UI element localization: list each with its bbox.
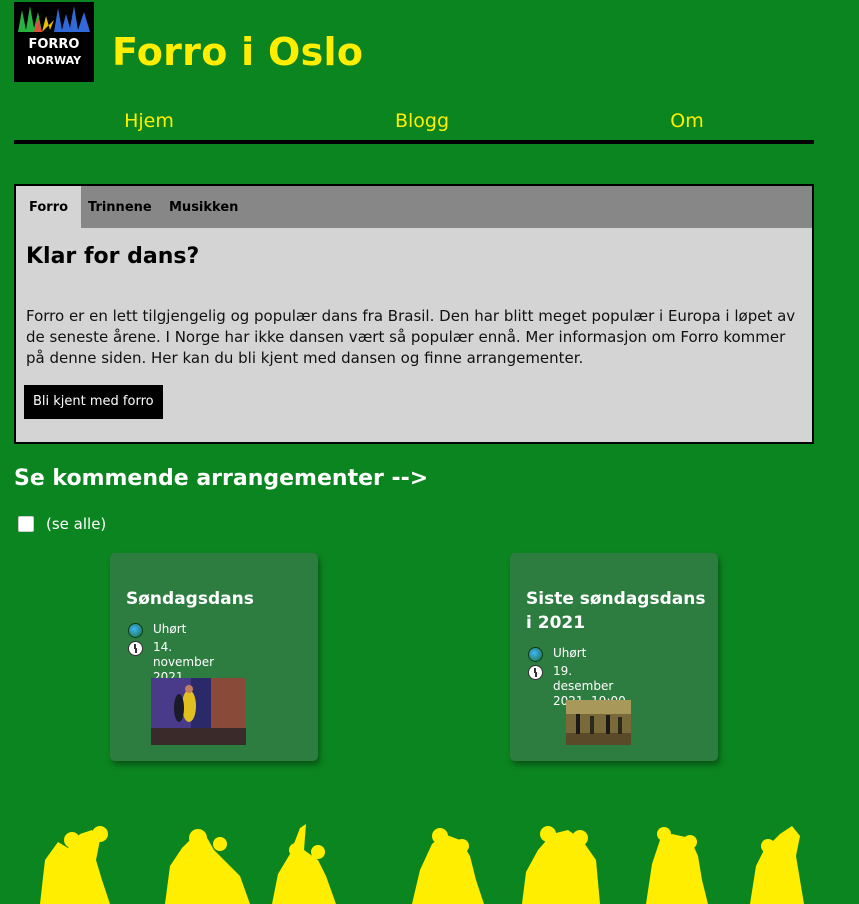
intro-heading: Klar for dans? xyxy=(26,244,200,269)
forro-norway-logo: FORRO NORWAY xyxy=(14,2,94,82)
site-logo[interactable]: FORRO NORWAY xyxy=(14,2,94,82)
dancers-silhouette-decoration xyxy=(40,824,804,904)
globe-icon xyxy=(128,623,143,638)
event-location-text: Uhørt xyxy=(553,646,587,660)
intro-tab-panel: Forro Trinnene Musikken Klar for dans? F… xyxy=(14,184,814,444)
tab-trinnene[interactable]: Trinnene xyxy=(75,186,165,228)
event-thumbnail[interactable] xyxy=(151,678,246,745)
see-all-toggle[interactable]: (se alle) xyxy=(18,515,106,533)
see-all-label: (se alle) xyxy=(46,515,107,533)
logo-text-line2: NORWAY xyxy=(27,54,82,67)
tab-forro[interactable]: Forro xyxy=(16,186,82,228)
event-location-text: Uhørt xyxy=(153,622,187,636)
learn-forro-button[interactable]: Bli kjent med forro xyxy=(24,385,163,419)
event-title[interactable]: Søndagsdans xyxy=(126,587,306,611)
logo-text-line1: FORRO xyxy=(28,37,79,52)
event-card[interactable]: Søndagsdans Uhørt 14. november 2021, 19:… xyxy=(110,553,318,761)
main-nav: Hjem Blogg Om xyxy=(14,110,814,144)
event-location: Uhørt xyxy=(128,622,186,638)
site-title: Forro i Oslo xyxy=(112,30,364,74)
event-thumbnail[interactable] xyxy=(566,700,631,745)
event-card[interactable]: Siste søndagsdans i 2021 Uhørt 19. desem… xyxy=(510,553,718,761)
tab-bar: Forro Trinnene Musikken xyxy=(16,186,812,228)
clock-icon xyxy=(528,665,543,680)
nav-item-blogg[interactable]: Blogg xyxy=(395,110,449,132)
see-all-checkbox[interactable] xyxy=(18,516,34,532)
nav-item-om[interactable]: Om xyxy=(670,110,703,132)
tab-musikken[interactable]: Musikken xyxy=(156,186,251,228)
event-title[interactable]: Siste søndagsdans i 2021 xyxy=(526,587,706,635)
event-location: Uhørt xyxy=(528,646,586,662)
intro-body: Forro er en lett tilgjengelig og populær… xyxy=(26,307,796,367)
globe-icon xyxy=(528,647,543,662)
events-heading: Se kommende arrangementer --> xyxy=(14,466,429,491)
clock-icon xyxy=(128,641,143,656)
nav-item-hjem[interactable]: Hjem xyxy=(124,110,174,132)
